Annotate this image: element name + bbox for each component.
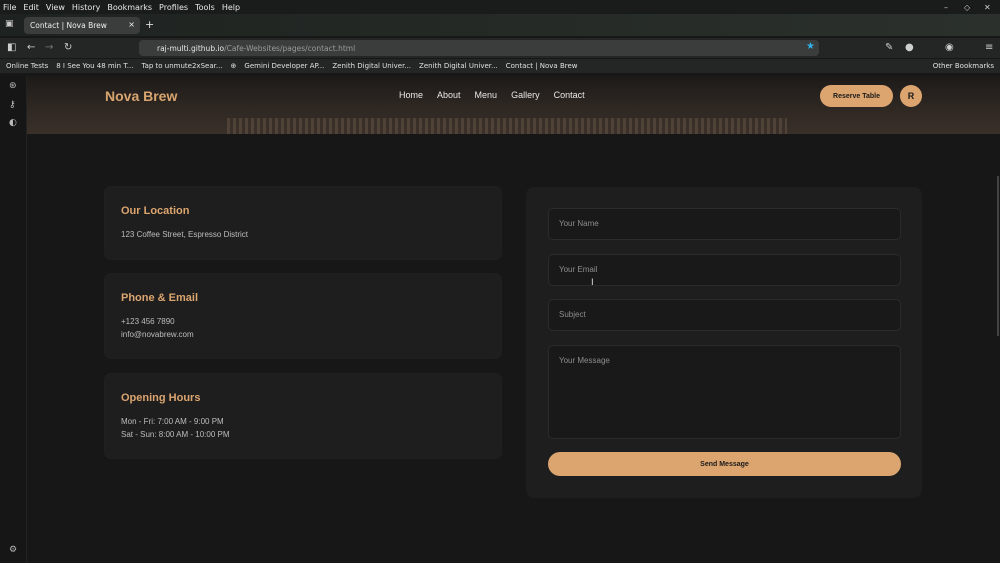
reserve-table-button[interactable]: Reserve Table (820, 85, 893, 107)
browser-sidebar: ⊛ ⚷ ◐ ⚙ (0, 76, 27, 563)
text-cursor-icon: I (591, 278, 594, 288)
forward-icon[interactable]: → (45, 42, 53, 53)
menu-tools[interactable]: Tools (195, 3, 215, 12)
contact-form: Your Name Your Email Subject Your Messag… (526, 187, 922, 498)
tab-contact[interactable]: Contact | Nova Brew × (24, 17, 140, 34)
nav-contact[interactable]: Contact (554, 90, 585, 100)
name-input[interactable]: Your Name (548, 208, 901, 240)
extension-icon[interactable]: ◐ (9, 118, 17, 128)
bookmark-item[interactable]: Contact | Nova Brew (506, 62, 578, 70)
bookmark-item[interactable]: Online Tests (6, 62, 48, 70)
other-bookmarks[interactable]: Other Bookmarks (933, 62, 994, 70)
key-icon[interactable]: ⚷ (9, 100, 16, 110)
url-domain: raj-multi.github.io (157, 43, 225, 53)
bookmark-item[interactable]: Tap to unmute2xSear... (141, 62, 222, 70)
tab-title: Contact | Nova Brew (30, 21, 107, 30)
email-input[interactable]: Your Email (548, 254, 901, 286)
tab-bar: ▣ Contact | Nova Brew × + (0, 14, 1000, 36)
scrollbar[interactable] (997, 176, 999, 336)
card-title: Our Location (121, 205, 190, 217)
app-menu-icon[interactable]: ≡ (985, 42, 993, 53)
sidebar-panel-icon[interactable]: ⊛ (9, 81, 17, 91)
menu-bar: File Edit View History Bookmarks Profile… (0, 0, 1000, 14)
menu-file[interactable]: File (3, 3, 16, 12)
email-address[interactable]: info@novabrew.com (121, 330, 194, 339)
extension-icon[interactable]: ✎ (885, 42, 893, 53)
settings-gear-icon[interactable]: ⚙ (9, 545, 17, 555)
bookmark-item[interactable]: Zenith Digital Univer... (332, 62, 411, 70)
bookmark-item[interactable]: Zenith Digital Univer... (419, 62, 498, 70)
tab-list-icon[interactable]: ▣ (5, 19, 14, 29)
bookmark-item[interactable]: Gemini Developer AP... (244, 62, 324, 70)
extension-icon[interactable]: ◉ (945, 42, 954, 53)
hero-banner: Nova Brew Home About Menu Gallery Contac… (27, 76, 1000, 134)
menu-view[interactable]: View (46, 3, 65, 12)
hours-weekday: Mon - Fri: 7:00 AM - 9:00 PM (121, 417, 224, 426)
menu-history[interactable]: History (72, 3, 100, 12)
nav-menu[interactable]: Menu (475, 90, 498, 100)
extension-icon[interactable]: ● (905, 42, 914, 53)
hours-card: Opening Hours Mon - Fri: 7:00 AM - 9:00 … (105, 374, 501, 458)
bookmark-star-icon[interactable]: ★ (806, 41, 815, 52)
bookmark-globe-icon[interactable]: ⊕ (231, 62, 237, 70)
site-logo[interactable]: Nova Brew (105, 88, 177, 104)
location-card: Our Location 123 Coffee Street, Espresso… (105, 187, 501, 259)
avatar[interactable]: R (900, 85, 922, 107)
send-message-button[interactable]: Send Message (548, 452, 901, 476)
hours-weekend: Sat - Sun: 8:00 AM - 10:00 PM (121, 430, 230, 439)
subject-input[interactable]: Subject (548, 299, 901, 331)
web-page: Nova Brew Home About Menu Gallery Contac… (27, 76, 1000, 563)
navigation-bar: ◧ ← → ↻ raj-multi.github.io/Cafe-Website… (0, 38, 1000, 58)
message-textarea[interactable]: Your Message (548, 345, 901, 439)
url-bar[interactable]: raj-multi.github.io/Cafe-Websites/pages/… (139, 40, 819, 56)
site-nav: Home About Menu Gallery Contact (399, 90, 585, 100)
menu-profiles[interactable]: Profiles (159, 3, 188, 12)
menu-bookmarks[interactable]: Bookmarks (107, 3, 152, 12)
reload-icon[interactable]: ↻ (64, 42, 72, 53)
phone-number: +123 456 7890 (121, 317, 175, 326)
contact-card: Phone & Email +123 456 7890 info@novabre… (105, 274, 501, 358)
bookmark-item[interactable]: 8 I See You 48 min T... (56, 62, 133, 70)
card-title: Opening Hours (121, 392, 201, 404)
hero-image (227, 118, 787, 134)
nav-about[interactable]: About (437, 90, 461, 100)
card-line: 123 Coffee Street, Espresso District (121, 230, 249, 239)
new-tab-button[interactable]: + (145, 18, 154, 31)
card-title: Phone & Email (121, 292, 199, 304)
maximize-icon[interactable]: ◇ (964, 3, 970, 12)
minimize-icon[interactable]: – (944, 3, 948, 12)
url-path: /Cafe-Websites/pages/contact.html (224, 43, 356, 53)
bookmarks-bar: Online Tests 8 I See You 48 min T... Tap… (0, 59, 1000, 73)
menu-help[interactable]: Help (222, 3, 240, 12)
menu-edit[interactable]: Edit (23, 3, 39, 12)
sidebar-toggle-icon[interactable]: ◧ (7, 42, 16, 53)
nav-home[interactable]: Home (399, 90, 423, 100)
close-window-icon[interactable]: ✕ (984, 3, 991, 12)
back-icon[interactable]: ← (27, 42, 35, 53)
close-tab-icon[interactable]: × (128, 20, 135, 29)
nav-gallery[interactable]: Gallery (511, 90, 540, 100)
